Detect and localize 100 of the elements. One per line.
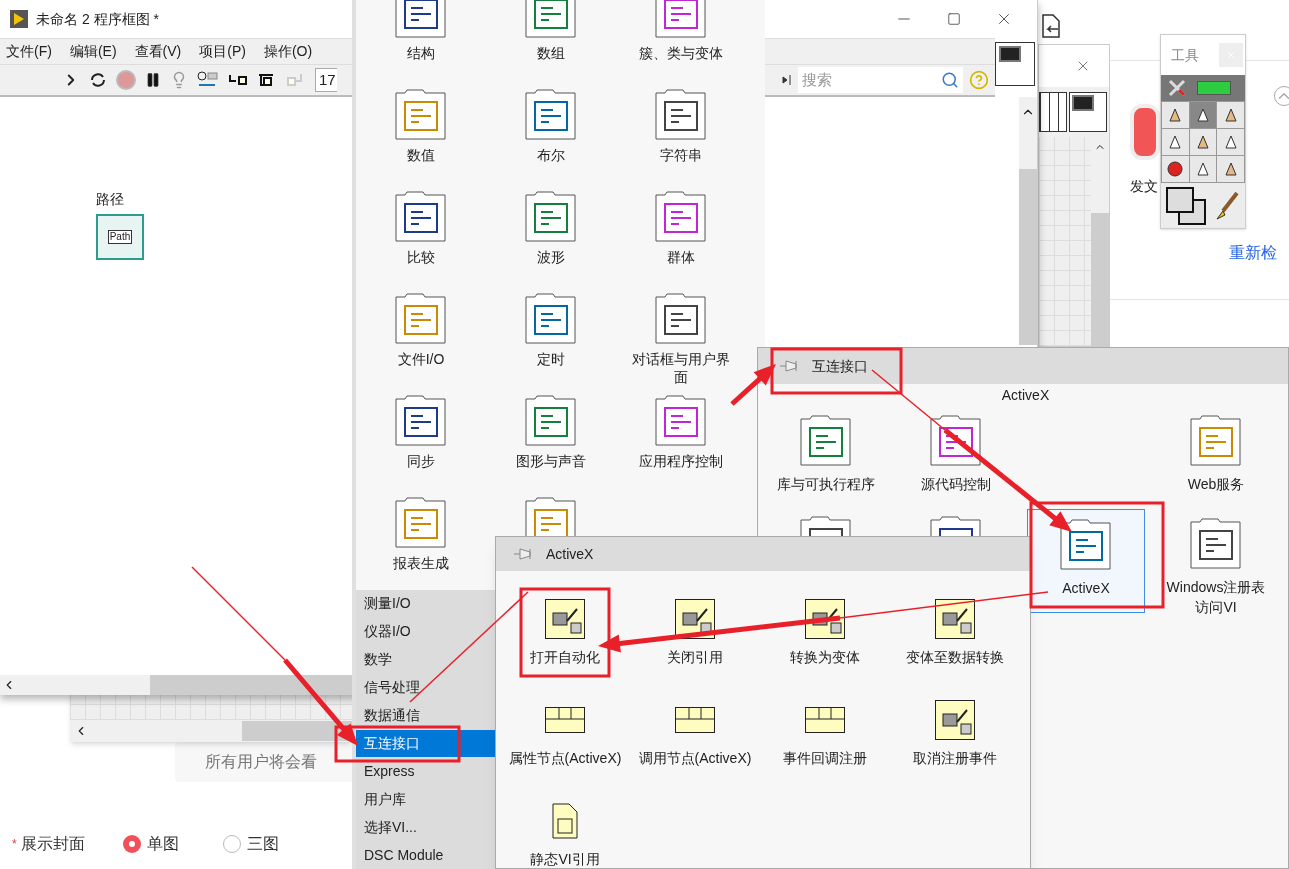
- menu-item[interactable]: 操作(O): [263, 41, 313, 62]
- menu-item[interactable]: 查看(V): [134, 41, 182, 62]
- folder-icon: [1190, 517, 1242, 569]
- palette-item-label[interactable]: 数值: [366, 146, 476, 164]
- app-logo-icon: [10, 10, 28, 28]
- vertical-scrollbar[interactable]: [1019, 97, 1037, 345]
- palette-item-label[interactable]: 打开自动化: [506, 647, 624, 667]
- category-item[interactable]: DSC Module: [356, 841, 495, 869]
- radio-button[interactable]: [222, 835, 241, 853]
- radio-label: 三图: [246, 834, 279, 854]
- folder-icon: [525, 88, 577, 140]
- required-mark: *: [12, 836, 17, 853]
- folder-icon: [655, 88, 707, 140]
- pause-icon[interactable]: [145, 72, 161, 88]
- folder-icon: [1060, 518, 1112, 570]
- palette-item-label[interactable]: 同步: [366, 452, 476, 470]
- palette-item-label[interactable]: 变体至数据转换: [896, 647, 1014, 667]
- tool-icon[interactable]: [1194, 160, 1212, 178]
- vertical-scrollbar[interactable]: [1091, 137, 1109, 346]
- palette-item-label[interactable]: 文件I/O: [366, 350, 476, 368]
- category-item[interactable]: 仪器I/O: [356, 617, 495, 646]
- palette-title: ActiveX: [546, 544, 594, 564]
- palette-item-label[interactable]: 报表生成: [366, 554, 476, 572]
- palette-item-label[interactable]: 对话框与用户界面: [626, 350, 736, 386]
- step-into-icon[interactable]: [228, 72, 248, 88]
- grid-icon[interactable]: [1039, 92, 1067, 132]
- menu-item[interactable]: 文件(F): [6, 41, 52, 62]
- font-size-field[interactable]: 17: [315, 68, 337, 92]
- palette-item-label[interactable]: 调用节点(ActiveX): [636, 748, 754, 768]
- palette-item[interactable]: Web服务: [1151, 412, 1281, 515]
- function-node-icon: [935, 700, 975, 740]
- palette-item[interactable]: 库与可执行程序: [761, 412, 891, 515]
- folder-icon: [655, 394, 707, 446]
- document-icon: [552, 803, 578, 839]
- tool-icon[interactable]: [1194, 133, 1212, 151]
- folder-icon: [395, 496, 447, 548]
- category-item[interactable]: 数据通信: [356, 701, 495, 730]
- file-icon[interactable]: [1040, 14, 1062, 38]
- menu-item[interactable]: 项目(P): [199, 41, 246, 62]
- pin-icon[interactable]: [514, 547, 534, 561]
- palette-item[interactable]: 源代码控制: [891, 412, 1021, 515]
- palette-item-label[interactable]: 波形: [496, 248, 606, 266]
- palette-item-label[interactable]: 簇、类与变体: [626, 44, 736, 62]
- recheck-link[interactable]: 重新检: [1229, 241, 1277, 265]
- category-item[interactable]: 信号处理: [356, 673, 495, 702]
- palette-item-label[interactable]: 事件回调注册: [766, 748, 884, 768]
- path-terminal[interactable]: Path: [96, 214, 144, 260]
- horizontal-scrollbar[interactable]: [70, 720, 352, 742]
- pin-icon[interactable]: [780, 359, 800, 373]
- maximize-icon[interactable]: [947, 12, 961, 26]
- folder-icon: [655, 190, 707, 242]
- folder-icon: [395, 88, 447, 140]
- window-title: 未命名 2 程序框图 *: [36, 9, 159, 29]
- vi-thumbnail-icon[interactable]: [995, 42, 1035, 86]
- folder-icon: [395, 190, 447, 242]
- vi-thumbnail-icon[interactable]: [1069, 92, 1107, 132]
- tool-icon[interactable]: [1194, 106, 1212, 124]
- wrench-icon[interactable]: [1167, 78, 1187, 98]
- tool-icon[interactable]: [1166, 160, 1185, 178]
- category-item[interactable]: 测量I/O: [356, 590, 495, 618]
- horizontal-scrollbar[interactable]: [0, 675, 352, 695]
- category-item[interactable]: 数学: [356, 645, 495, 674]
- folder-icon: [395, 394, 447, 446]
- palette-item-label[interactable]: 关闭引用: [636, 647, 754, 667]
- publish-button[interactable]: [1130, 104, 1160, 160]
- category-item[interactable]: 用户库: [356, 785, 495, 814]
- palette-item-label[interactable]: 字符串: [626, 146, 736, 164]
- color-swatch-icon[interactable]: [1165, 185, 1207, 226]
- palette-item-label[interactable]: 图形与声音: [496, 452, 606, 470]
- folder-icon: [525, 394, 577, 446]
- folder-icon: [655, 292, 707, 344]
- palette-item-label[interactable]: 比较: [366, 248, 476, 266]
- publish-label: 发文: [1130, 177, 1158, 196]
- function-node-icon: [675, 707, 715, 733]
- run-continuously-icon[interactable]: [89, 71, 107, 89]
- palette-item-label[interactable]: 取消注册事件: [896, 748, 1014, 768]
- palette-item-label[interactable]: 数组: [496, 44, 606, 62]
- notice-text: 所有用户将会看: [205, 752, 317, 772]
- probe-icon[interactable]: [197, 71, 219, 89]
- palette-item-label[interactable]: 转换为变体: [766, 647, 884, 667]
- palette-item-label[interactable]: 群体: [626, 248, 736, 266]
- folder-icon: [525, 292, 577, 344]
- search-icon[interactable]: [941, 71, 959, 89]
- palette-item-label[interactable]: 属性节点(ActiveX): [506, 748, 624, 768]
- palette-item[interactable]: Windows注册表访问VI: [1151, 515, 1281, 618]
- palette-item-label[interactable]: 定时: [496, 350, 606, 368]
- palette-item[interactable]: ActiveX: [1027, 509, 1145, 613]
- menu-item[interactable]: 编辑(E): [69, 41, 117, 62]
- auto-tool-indicator[interactable]: [1197, 81, 1231, 95]
- palette-item-label[interactable]: 应用程序控制: [626, 452, 736, 470]
- category-item[interactable]: 互连接口: [356, 729, 495, 758]
- palette-item-label[interactable]: 结构: [366, 44, 476, 62]
- radio-button[interactable]: [122, 835, 141, 853]
- category-item[interactable]: 选择VI...: [356, 813, 495, 842]
- expand-arrow-icon[interactable]: [782, 74, 792, 86]
- function-node-icon: [805, 707, 845, 733]
- palette-item-label[interactable]: 静态VI引用: [506, 849, 624, 869]
- palette-item-label[interactable]: 布尔: [496, 146, 606, 164]
- function-node-icon: [545, 599, 585, 639]
- category-item[interactable]: Express: [356, 757, 495, 786]
